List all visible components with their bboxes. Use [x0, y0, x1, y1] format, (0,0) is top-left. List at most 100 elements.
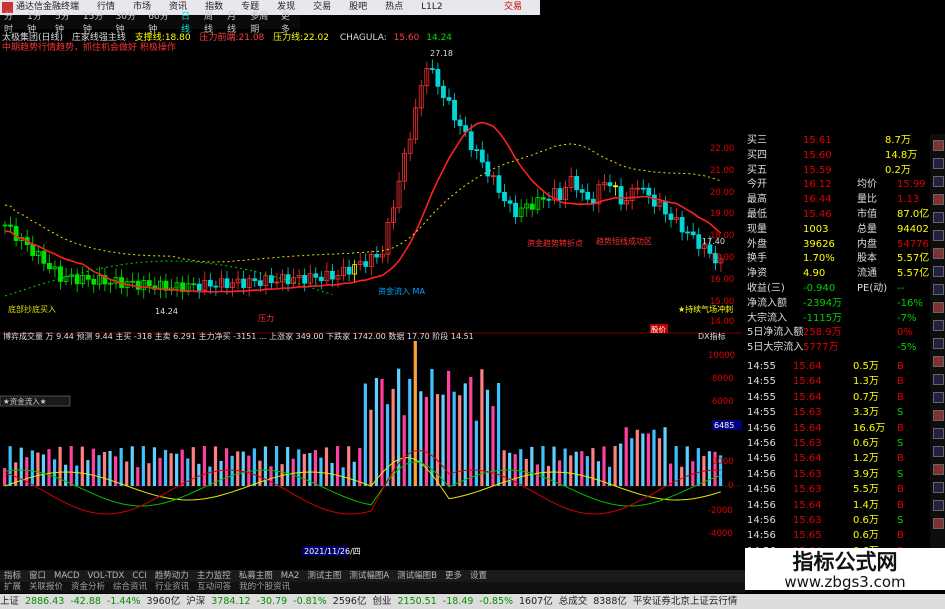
indicator-tab[interactable]: 私募主图 [235, 570, 277, 582]
chart-area[interactable]: 22.00 21.00 20.00 19.00 18.00 17.00 16.0… [0, 46, 742, 556]
candle-body [346, 266, 352, 275]
indicator-tab[interactable]: MA2 [277, 570, 304, 582]
tool-icon[interactable] [933, 482, 944, 493]
sz-label[interactable]: 沪深 [186, 594, 205, 609]
candle-body [529, 203, 535, 210]
volume-bar [313, 450, 317, 486]
indicator-tab[interactable]: 指标 [0, 570, 25, 582]
menu-hot[interactable]: 热点 [385, 0, 403, 15]
tool-icon[interactable] [933, 446, 944, 457]
quote-value: 16.12 [803, 179, 832, 191]
indicator-tab[interactable]: 测试幅图B [393, 570, 441, 582]
tool-icon[interactable] [933, 140, 944, 151]
indicator-tab[interactable]: MACD [50, 570, 83, 582]
cy-amount: 1607亿 [519, 596, 553, 607]
tool-icon[interactable] [933, 302, 944, 313]
volume-bar [41, 454, 46, 486]
trade-s: B [897, 484, 904, 496]
indicator-tab[interactable]: CCI [128, 570, 150, 582]
tool-icon[interactable] [933, 230, 944, 241]
high-label: 27.18 [430, 49, 453, 58]
volume-bar [580, 451, 584, 486]
trade-v: 3.9万 [853, 468, 879, 480]
menu-l1l2[interactable]: L1L2 [421, 0, 442, 15]
volume-bar [424, 396, 428, 486]
indicator-tab[interactable]: 更多 [441, 570, 466, 582]
quote-label2: 流通 [857, 268, 877, 280]
quote-value2: -- [897, 283, 905, 294]
volume-bar [441, 394, 445, 486]
candle-body [640, 187, 646, 190]
quote-value: 15.59 [803, 164, 832, 176]
info-tab[interactable]: 互动问答 [193, 582, 235, 593]
volume-bar [369, 409, 373, 486]
volume-bar [102, 451, 107, 486]
sz-value: 3784.12 [211, 596, 251, 607]
menu-trade[interactable]: 交易 [313, 0, 331, 15]
volume-bar [569, 455, 573, 486]
info-tab[interactable]: 行业资讯 [151, 582, 193, 593]
volume-bar [502, 450, 506, 486]
tool-icon[interactable] [933, 392, 944, 403]
indicator-tab[interactable]: 主力监控 [193, 570, 235, 582]
volume-bar [58, 446, 62, 486]
tool-icon[interactable] [933, 410, 944, 421]
volume-bar [324, 447, 329, 486]
trade-s: B [897, 376, 904, 388]
tool-icon[interactable] [933, 158, 944, 169]
tool-icon[interactable] [933, 518, 944, 529]
total-label: 总成交 [558, 596, 588, 607]
trade-v: 0.6万 [853, 515, 879, 526]
tool-icon[interactable] [933, 500, 944, 511]
quote-label: 买五 [747, 164, 767, 176]
info-tab[interactable]: 扩展 [0, 582, 25, 593]
info-tab[interactable]: 关联报价 [25, 582, 67, 593]
menu-forum[interactable]: 股吧 [349, 0, 367, 15]
tool-icon[interactable] [933, 266, 944, 277]
tool-icon[interactable] [933, 320, 944, 331]
volume-bar [208, 466, 212, 486]
volume-bar [408, 378, 412, 486]
volume-bar [30, 450, 34, 486]
side-tool-strip[interactable] [930, 134, 945, 549]
indicator-tab[interactable]: 趋势动力 [151, 570, 193, 582]
volume-bar [613, 446, 617, 486]
volume-bar [336, 446, 340, 486]
candle-body [146, 280, 152, 287]
tool-icon[interactable] [933, 356, 944, 367]
trade-button[interactable]: 交易 [504, 0, 522, 15]
indicator-tab[interactable]: VOL-TDX [84, 570, 129, 582]
sh-label[interactable]: 上证 [0, 594, 19, 609]
tool-icon[interactable] [933, 212, 944, 223]
tool-icon[interactable] [933, 248, 944, 259]
volume-bar [641, 433, 645, 486]
tool-icon[interactable] [933, 194, 944, 205]
quote-value: 5777万 [803, 342, 839, 354]
vol-tick: -4000 [708, 529, 733, 539]
tool-icon[interactable] [933, 374, 944, 385]
info-tab[interactable]: 资金分析 [67, 582, 109, 593]
cy-label[interactable]: 创业 [372, 594, 391, 609]
indicator-tab[interactable]: 设置 [466, 570, 491, 582]
info-tab[interactable]: 我的个股资讯 [235, 582, 294, 593]
candle-body [285, 274, 291, 285]
tool-icon[interactable] [933, 428, 944, 439]
indicator-tab[interactable]: 窗口 [25, 570, 50, 582]
info-tabs: 扩展 关联报价 资金分析 综合资讯 行业资讯 互动问答 我的个股资讯 [0, 582, 745, 593]
vol-tick: 8000 [712, 374, 734, 384]
tool-icon[interactable] [933, 464, 944, 475]
trade-t: 14:56 [747, 499, 776, 511]
indicator-tab[interactable]: 测试幅图A [345, 570, 393, 582]
trade-s: B [897, 453, 904, 465]
quote-value2: 94402 [897, 223, 929, 235]
volume-bar [125, 461, 129, 486]
chagula-v2: 14.24 [426, 33, 453, 43]
info-tab[interactable]: 综合资讯 [109, 582, 151, 593]
candle-body [268, 275, 274, 284]
tool-icon[interactable] [933, 284, 944, 295]
tool-icon[interactable] [933, 338, 944, 349]
volume-bar [591, 448, 595, 486]
quote-label2: 量比 [857, 194, 877, 206]
tool-icon[interactable] [933, 176, 944, 187]
indicator-tab[interactable]: 测试主图 [303, 570, 345, 582]
